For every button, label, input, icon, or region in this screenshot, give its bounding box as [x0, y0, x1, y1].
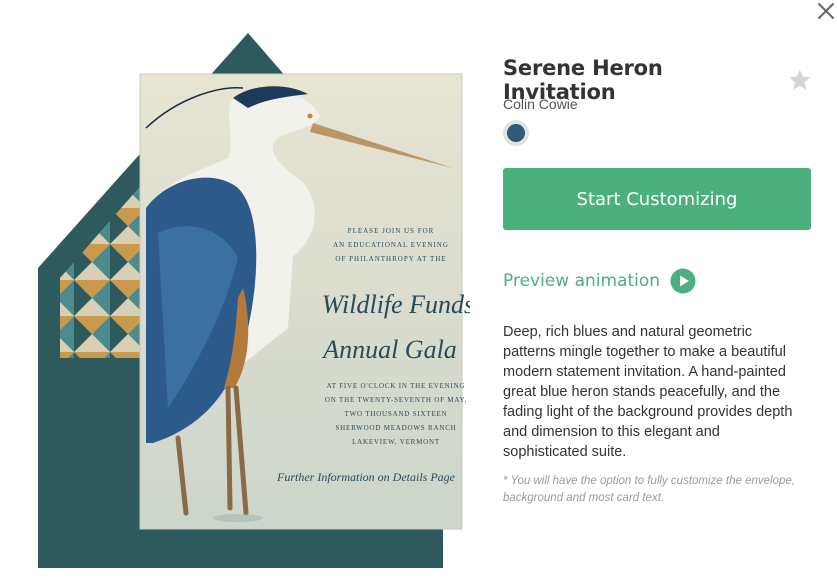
customization-note: * You will have the option to fully cust…	[503, 475, 795, 504]
card-footer: Further Information on Details Page	[276, 470, 456, 484]
card-detail-line-1: AT FIVE O'CLOCK IN THE EVENING	[327, 382, 466, 390]
product-description: Deep, rich blues and natural geometric p…	[503, 324, 793, 460]
swatch-dot	[507, 124, 525, 142]
product-panel: Serene Heron Invitation Colin Cowie Star…	[503, 0, 813, 579]
card-title-line-2: Annual Gala	[321, 335, 457, 364]
card-detail-line-2: ON THE TWENTY-SEVENTH OF MAY,	[325, 396, 467, 404]
star-icon[interactable]	[787, 67, 813, 93]
card-detail-line-4: SHERWOOD MEADOWS RANCH	[335, 424, 456, 432]
designer-name: Colin Cowie	[503, 96, 578, 112]
preview-animation-link[interactable]: Preview animation	[503, 268, 696, 294]
start-customizing-button[interactable]: Start Customizing	[503, 168, 811, 230]
preview-animation-label: Preview animation	[503, 271, 661, 291]
invitation-card: PLEASE JOIN US FOR AN EDUCATIONAL EVENIN…	[139, 73, 470, 530]
color-swatch[interactable]	[503, 120, 529, 146]
card-title-line-1: Wildlife Funds	[322, 290, 470, 319]
play-icon[interactable]	[670, 268, 696, 294]
close-icon[interactable]	[815, 0, 837, 22]
card-intro-line-3: OF PHILANTHROPY AT THE	[335, 255, 446, 263]
card-detail-line-3: TWO THOUSAND SIXTEEN	[345, 410, 448, 418]
invitation-preview: PLEASE JOIN US FOR AN EDUCATIONAL EVENIN…	[38, 28, 470, 573]
card-intro-line-2: AN EDUCATIONAL EVENING	[333, 241, 449, 249]
card-detail-line-5: LAKEVIEW, VERMONT	[352, 438, 440, 446]
card-intro-line-1: PLEASE JOIN US FOR	[348, 227, 435, 235]
